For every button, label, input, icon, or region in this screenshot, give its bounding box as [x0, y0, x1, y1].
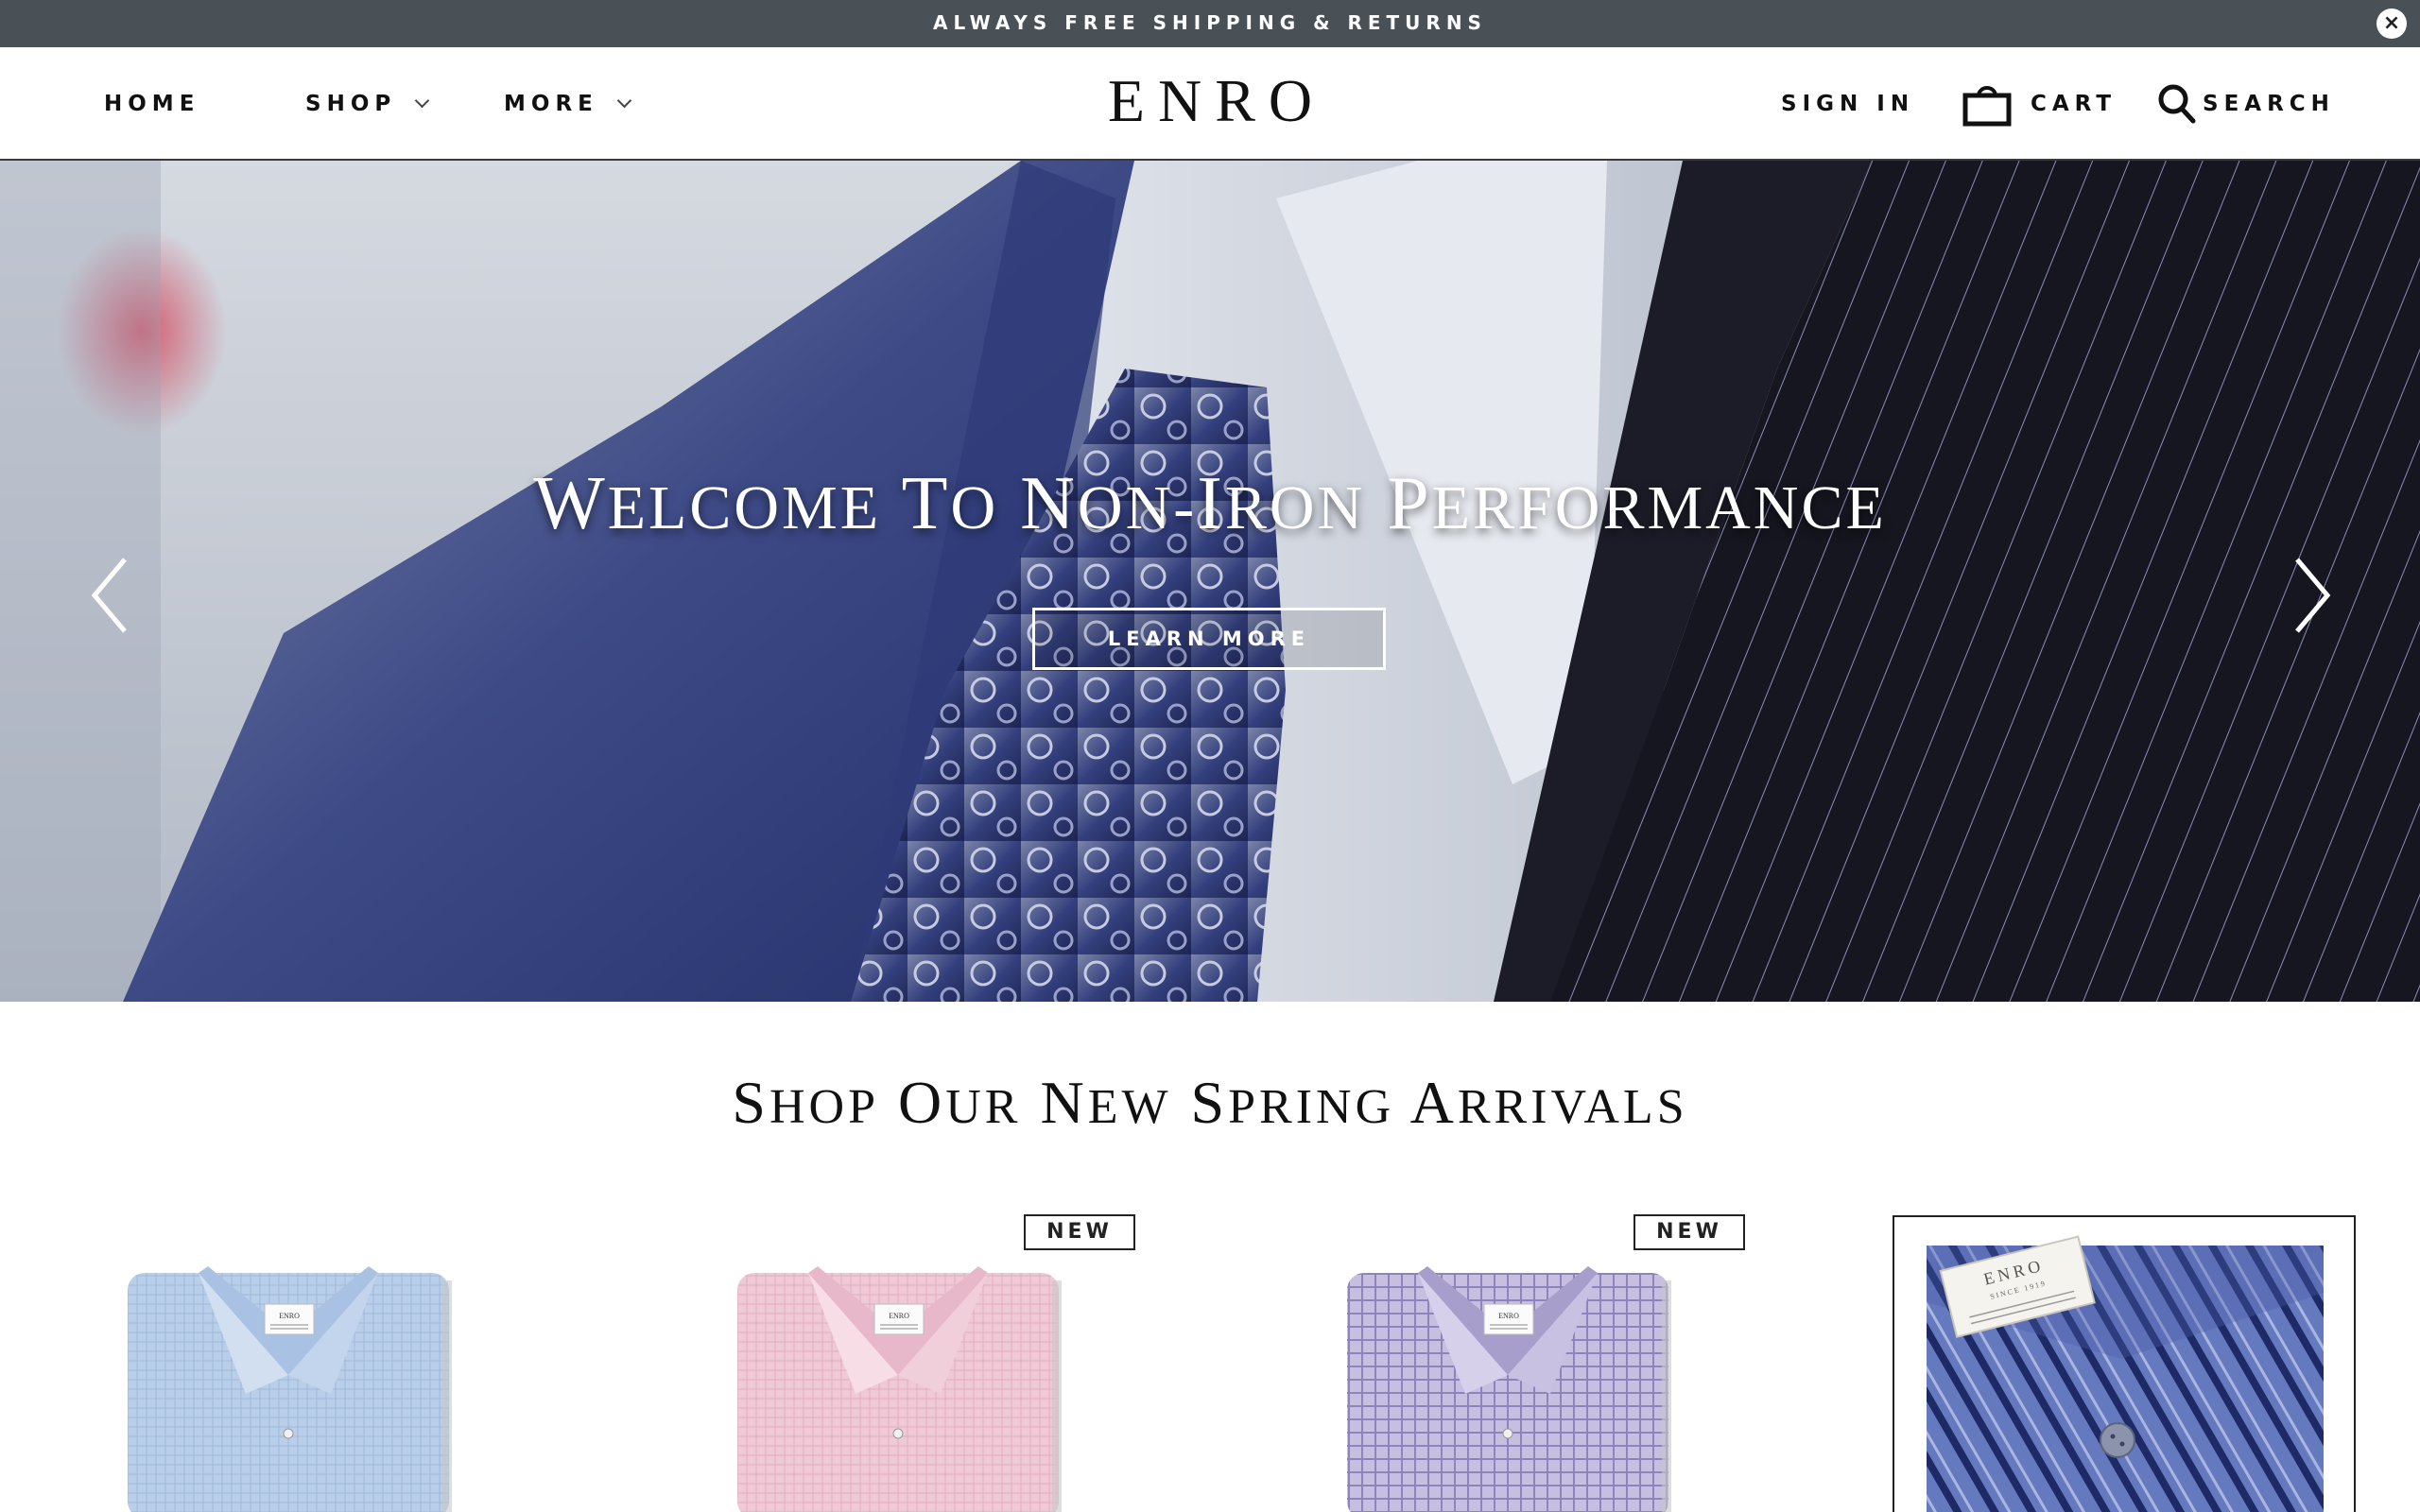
nav-home-label: HOME: [104, 92, 200, 116]
site-header: HOME SHOP MORE ENRO SIGN IN CART SEARCH: [0, 47, 2420, 161]
nav-more[interactable]: MORE: [504, 89, 632, 119]
chevron-right-icon[interactable]: [2280, 548, 2337, 643]
label-brand: ENRO: [889, 1312, 909, 1320]
search-label: SEARCH: [2203, 92, 2335, 116]
chevron-left-icon[interactable]: [85, 548, 142, 643]
product-card[interactable]: ENRO: [57, 1214, 520, 1512]
nav-shop[interactable]: SHOP: [305, 89, 430, 119]
nav-shop-label: SHOP: [305, 92, 397, 116]
product-shirt-image: ENRO: [1347, 1266, 1671, 1512]
product-card-featured[interactable]: ENRO SINCE 1919: [1893, 1215, 2356, 1512]
product-card[interactable]: NEW ENRO: [1276, 1214, 1745, 1512]
hero-title-word: WELCOME: [533, 462, 882, 545]
hero-title-word: PERFORMANCE: [1387, 462, 1887, 545]
new-badge: NEW: [1634, 1214, 1745, 1250]
product-card[interactable]: NEW ENRO: [666, 1214, 1135, 1512]
section-title: SHOP OUR NEW SPRING ARRIVALS: [732, 1069, 1688, 1136]
announcement-bar: ALWAYS FREE SHIPPING & RETURNS ×: [0, 0, 2420, 47]
cart-button[interactable]: CART: [1962, 81, 2123, 127]
chevron-down-icon: [616, 93, 632, 109]
nav-home[interactable]: HOME: [104, 89, 199, 119]
label-brand: ENRO: [279, 1312, 300, 1320]
hero-title: WELCOME TO NON-IRON PERFORMANCE: [0, 461, 2420, 547]
cart-bag-icon: [1962, 86, 2012, 127]
nav-more-label: MORE: [504, 92, 598, 116]
hero-title-word: TO: [901, 462, 999, 545]
product-shirt-image: ENRO: [128, 1266, 452, 1512]
new-badge: NEW: [1024, 1214, 1135, 1250]
cart-label: CART: [2031, 92, 2118, 116]
close-icon[interactable]: ×: [2377, 9, 2407, 39]
announcement-text: ALWAYS FREE SHIPPING & RETURNS: [933, 11, 1487, 34]
product-closeup-image: ENRO SINCE 1919: [1927, 1235, 2324, 1512]
hero-title-word: NON-IRON: [1020, 462, 1366, 545]
learn-more-button[interactable]: LEARN MORE: [1032, 608, 1386, 670]
site-logo[interactable]: ENRO: [1021, 68, 1399, 134]
hero-image: [0, 161, 2420, 1002]
search-icon: [2158, 84, 2196, 124]
chevron-down-icon: [414, 93, 430, 109]
search-button[interactable]: SEARCH: [2157, 83, 2346, 127]
product-shirt-image: ENRO: [737, 1266, 1062, 1512]
sign-in-label: SIGN IN: [1781, 92, 1915, 116]
label-brand: ENRO: [1498, 1312, 1519, 1320]
sign-in-link[interactable]: SIGN IN: [1781, 89, 1914, 119]
hero-banner: WELCOME TO NON-IRON PERFORMANCE LEARN MO…: [0, 161, 2420, 1002]
